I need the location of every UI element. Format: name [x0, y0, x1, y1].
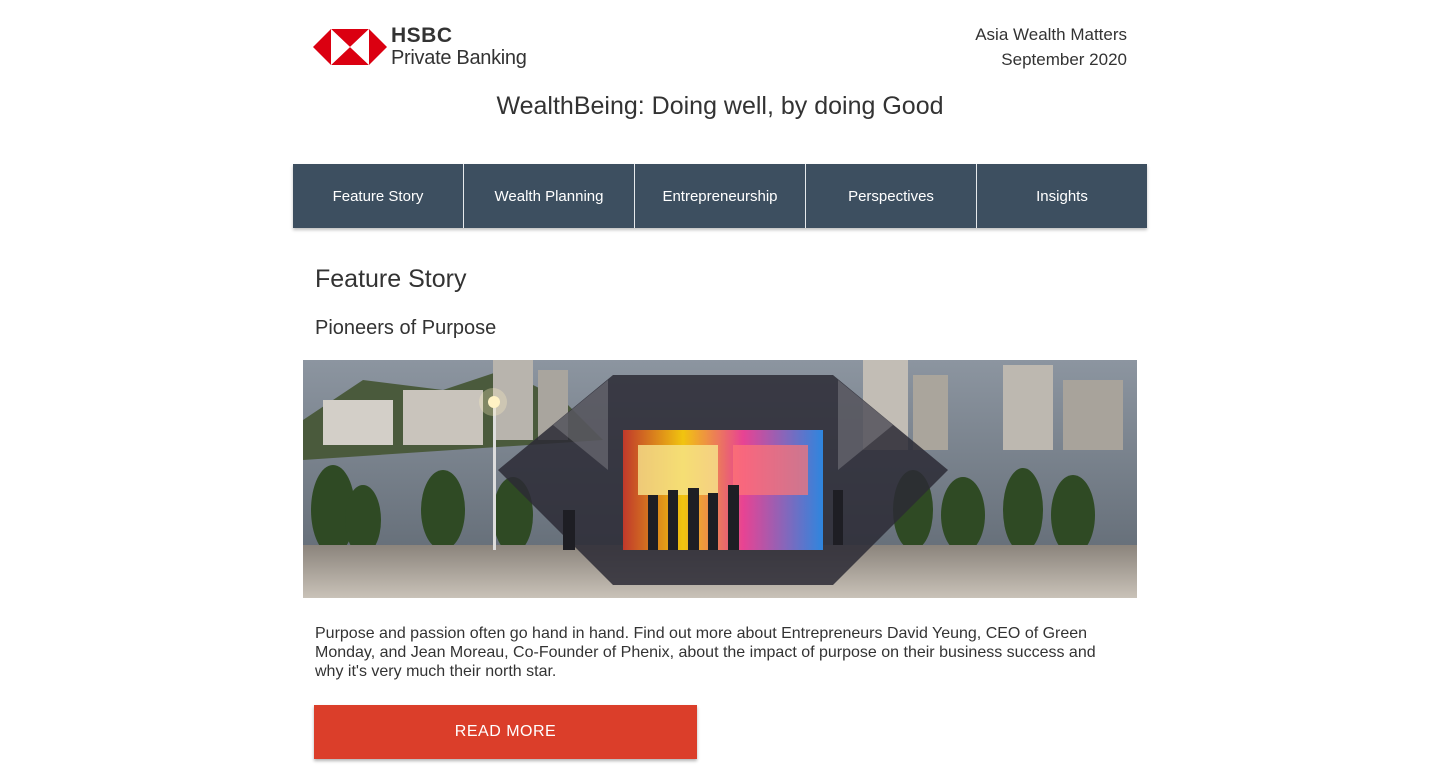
feature-image[interactable]: [303, 360, 1137, 598]
email-page: HSBC Private Banking Asia Wealth Matters…: [0, 0, 1440, 770]
issue-info: Asia Wealth Matters September 2020: [975, 22, 1127, 72]
nav-wealth-planning[interactable]: Wealth Planning: [464, 164, 635, 228]
story-title: Pioneers of Purpose: [315, 317, 497, 339]
hsbc-hexagon-icon: [313, 28, 387, 65]
night-market-photo: [303, 360, 1137, 598]
read-more-button[interactable]: READ MORE: [314, 705, 697, 759]
section-nav: Feature Story Wealth Planning Entreprene…: [293, 164, 1147, 228]
story-summary: Purpose and passion often go hand in han…: [315, 625, 1096, 680]
logo-wordmark: HSBC Private Banking: [391, 25, 527, 68]
section-title: Feature Story: [315, 265, 467, 293]
newsletter-headline: WealthBeing: Doing well, by doing Good: [496, 92, 944, 120]
issue-date: September 2020: [1001, 50, 1127, 69]
publication-name: Asia Wealth Matters: [975, 25, 1127, 44]
nav-insights[interactable]: Insights: [977, 164, 1147, 228]
nav-entrepreneurship[interactable]: Entrepreneurship: [635, 164, 806, 228]
sub-brand-name: Private Banking: [391, 47, 527, 69]
nav-feature-story[interactable]: Feature Story: [293, 164, 464, 228]
brand-name: HSBC: [391, 24, 453, 47]
hsbc-logo[interactable]: HSBC Private Banking: [313, 25, 527, 68]
nav-perspectives[interactable]: Perspectives: [806, 164, 977, 228]
